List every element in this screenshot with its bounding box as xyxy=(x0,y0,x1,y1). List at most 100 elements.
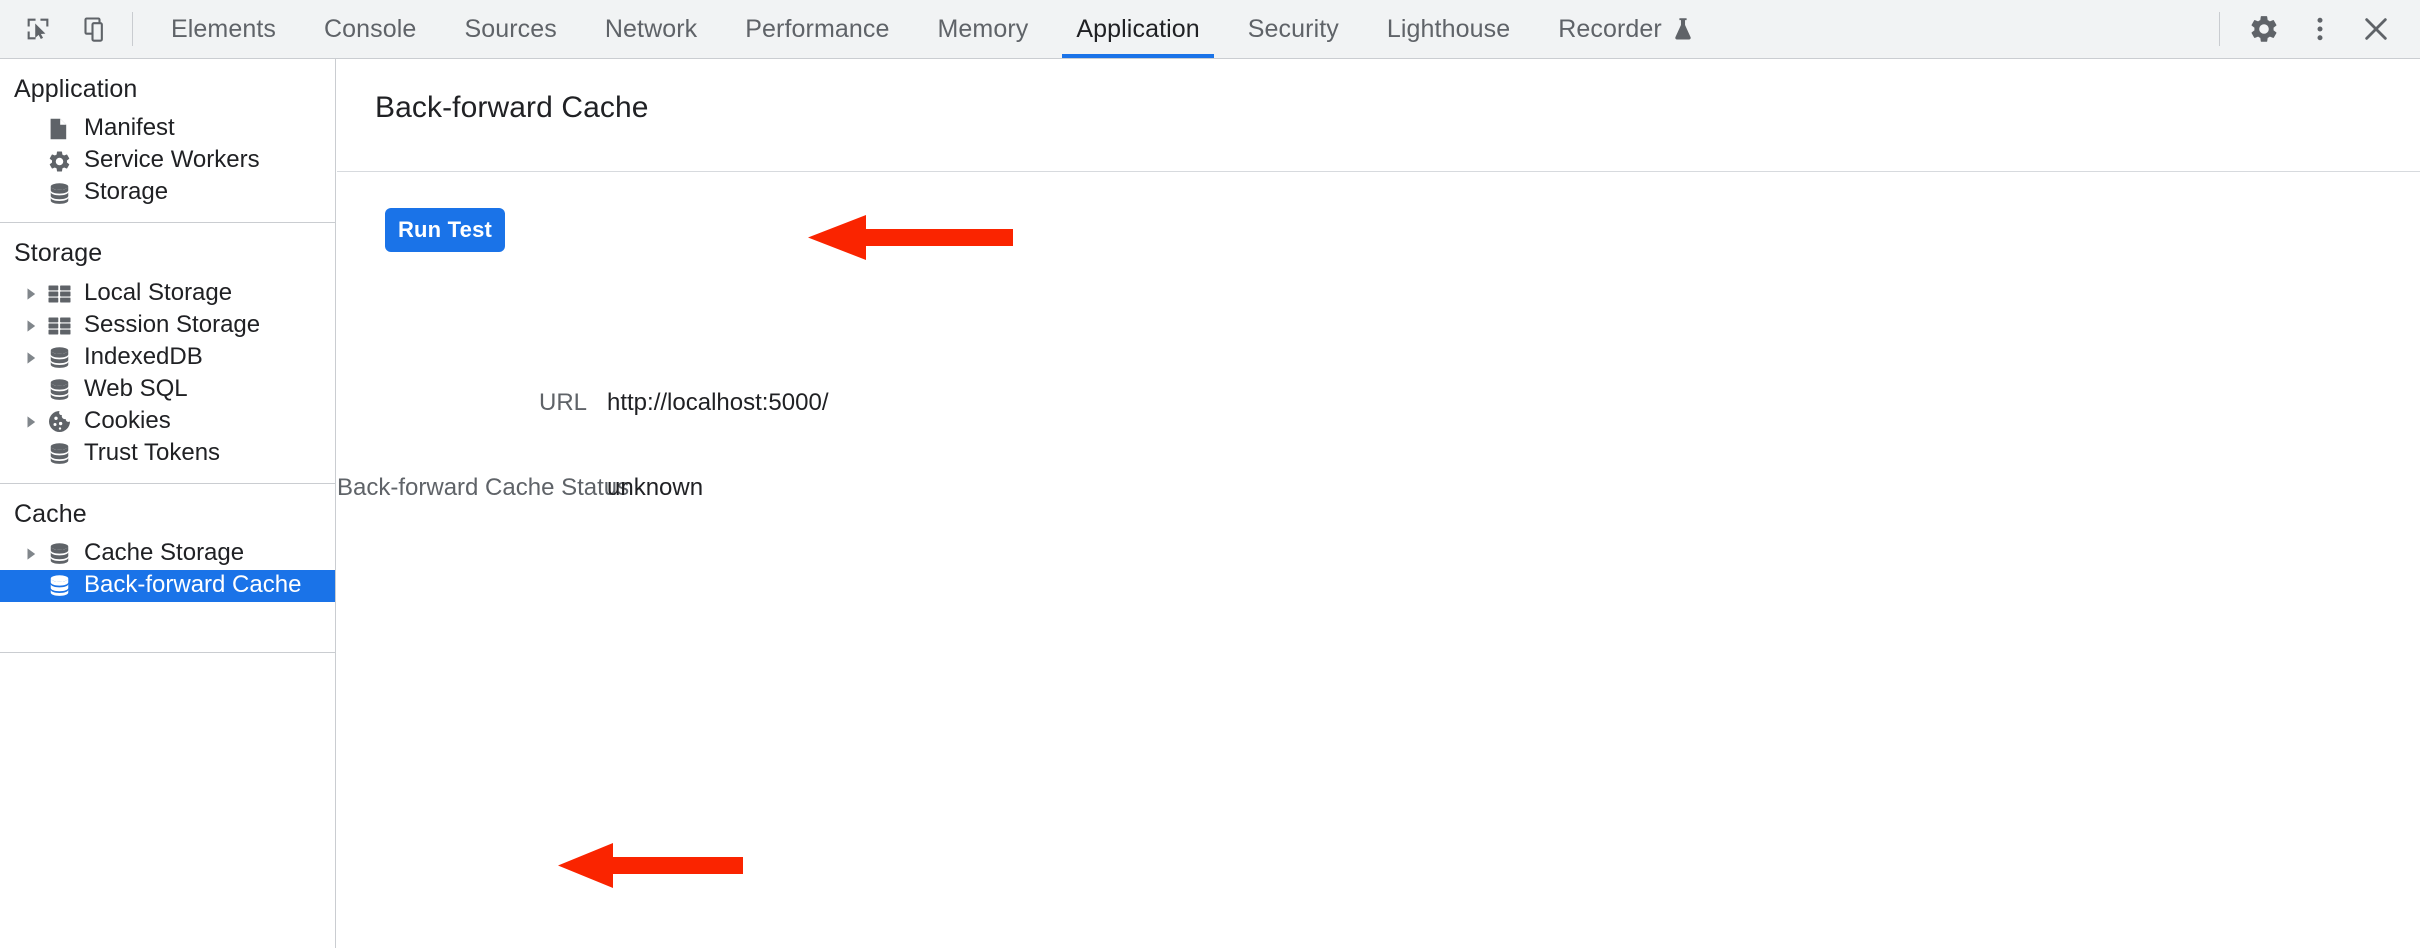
report-value-status: unknown xyxy=(607,474,703,502)
inspect-cursor-icon[interactable] xyxy=(16,7,60,51)
database-icon-svg xyxy=(47,345,72,370)
tab-application[interactable]: Application xyxy=(1052,0,1223,58)
toolbar-left-icons xyxy=(0,0,118,58)
sidebar-item-manifest-label: Manifest xyxy=(84,116,175,142)
flask-icon-svg xyxy=(1673,17,1693,41)
tab-console[interactable]: Console xyxy=(300,0,440,58)
back-forward-cache-panel: Back-forward Cache Run Test URL http://l… xyxy=(337,59,2420,948)
sidebar-section-cache-header: Cache xyxy=(0,484,335,538)
toolbar-right-divider xyxy=(2219,12,2220,46)
tab-elements[interactable]: Elements xyxy=(147,0,300,58)
tab-sources-label: Sources xyxy=(464,15,556,44)
database-icon xyxy=(44,441,74,466)
tab-lighthouse-label: Lighthouse xyxy=(1387,15,1510,44)
tab-application-label: Application xyxy=(1076,15,1199,44)
sidebar-section-application: Application Manifest Service Workers xyxy=(0,59,335,213)
sidebar-item-indexeddb-label: IndexedDB xyxy=(84,345,203,371)
database-icon-svg xyxy=(47,377,72,402)
application-sidebar-tree[interactable]: Application Manifest Service Workers xyxy=(0,59,336,948)
tab-recorder-label: Recorder xyxy=(1558,15,1662,44)
report-label-status: Back-forward Cache Status xyxy=(337,474,587,502)
sidebar-item-back-forward-cache[interactable]: Back-forward Cache xyxy=(0,570,335,602)
document-icon-svg xyxy=(47,117,71,141)
page-title: Back-forward Cache xyxy=(337,59,2420,125)
sidebar-section-storage-header: Storage xyxy=(0,223,335,277)
database-icon xyxy=(44,573,74,598)
gear-icon-svg xyxy=(47,149,72,174)
tab-security-label: Security xyxy=(1248,15,1339,44)
panel-tab-strip: Elements Console Sources Network Perform… xyxy=(147,0,1717,58)
sidebar-item-local-storage[interactable]: Local Storage xyxy=(0,278,335,310)
toolbar-right-icons xyxy=(2205,0,2420,58)
chevron-right-icon-svg xyxy=(24,547,38,561)
sidebar-divider-3 xyxy=(0,652,335,653)
tab-memory[interactable]: Memory xyxy=(913,0,1052,58)
chevron-right-icon-svg xyxy=(24,287,38,301)
tab-console-label: Console xyxy=(324,15,416,44)
device-toolbar-icon[interactable] xyxy=(74,7,118,51)
tab-lighthouse[interactable]: Lighthouse xyxy=(1363,0,1534,58)
database-icon-svg xyxy=(47,541,72,566)
tab-network[interactable]: Network xyxy=(581,0,721,58)
sidebar-item-back-forward-cache-label: Back-forward Cache xyxy=(84,573,301,599)
tab-recorder[interactable]: Recorder xyxy=(1534,0,1717,58)
chevron-right-icon[interactable] xyxy=(18,287,44,301)
tab-network-label: Network xyxy=(605,15,697,44)
sidebar-item-cookies-label: Cookies xyxy=(84,409,171,435)
gear-icon[interactable] xyxy=(2238,3,2290,55)
database-icon-svg xyxy=(47,573,72,598)
sidebar-item-trust-tokens-label: Trust Tokens xyxy=(84,441,220,467)
sidebar-item-cache-storage[interactable]: Cache Storage xyxy=(0,538,335,570)
table-icon xyxy=(44,283,74,305)
chevron-right-icon[interactable] xyxy=(18,351,44,365)
sidebar-item-cookies[interactable]: Cookies xyxy=(0,406,335,438)
three-dots-vertical-icon[interactable] xyxy=(2294,3,2346,55)
database-icon xyxy=(44,181,74,206)
sidebar-item-storage-label: Storage xyxy=(84,180,168,206)
gear-icon xyxy=(44,149,74,174)
sidebar-item-trust-tokens[interactable]: Trust Tokens xyxy=(0,438,335,470)
sidebar-item-manifest[interactable]: Manifest xyxy=(0,113,335,145)
chevron-right-icon-svg xyxy=(24,415,38,429)
table-icon-svg xyxy=(47,283,72,305)
flask-icon xyxy=(1673,17,1693,41)
sidebar-item-session-storage[interactable]: Session Storage xyxy=(0,310,335,342)
sidebar-item-indexeddb[interactable]: IndexedDB xyxy=(0,342,335,374)
tab-security[interactable]: Security xyxy=(1224,0,1363,58)
tab-performance-label: Performance xyxy=(745,15,889,44)
toolbar-divider xyxy=(132,12,133,46)
close-x-icon-svg xyxy=(2360,13,2392,45)
table-icon xyxy=(44,315,74,337)
close-icon[interactable] xyxy=(2350,3,2402,55)
sidebar-section-cache: Cache Cache Storage xyxy=(0,484,335,606)
chevron-right-icon[interactable] xyxy=(18,319,44,333)
sidebar-section-storage: Storage Local Storage xyxy=(0,223,335,473)
chevron-right-icon[interactable] xyxy=(18,547,44,561)
tab-sources[interactable]: Sources xyxy=(440,0,580,58)
device-toolbar-icon-svg xyxy=(82,15,110,43)
run-test-button[interactable]: Run Test xyxy=(385,208,505,252)
database-icon xyxy=(44,541,74,566)
report-value-url: http://localhost:5000/ xyxy=(607,389,828,417)
database-icon-svg xyxy=(47,441,72,466)
devtools-toolbar: Elements Console Sources Network Perform… xyxy=(0,0,2420,59)
table-icon-svg xyxy=(47,315,72,337)
sidebar-item-local-storage-label: Local Storage xyxy=(84,281,232,307)
sidebar-item-service-workers[interactable]: Service Workers xyxy=(0,145,335,177)
tab-memory-label: Memory xyxy=(937,15,1028,44)
tab-performance[interactable]: Performance xyxy=(721,0,913,58)
three-dots-vertical-icon-svg xyxy=(2305,14,2335,44)
report-row-url: URL http://localhost:5000/ xyxy=(337,389,2420,417)
tab-elements-label: Elements xyxy=(171,15,276,44)
sidebar-item-web-sql[interactable]: Web SQL xyxy=(0,374,335,406)
chevron-right-icon-svg xyxy=(24,319,38,333)
sidebar-item-web-sql-label: Web SQL xyxy=(84,377,188,403)
report-label-url: URL xyxy=(337,389,587,417)
title-divider xyxy=(337,171,2420,172)
sidebar-item-cache-storage-label: Cache Storage xyxy=(84,541,244,567)
database-icon-svg xyxy=(47,181,72,206)
database-icon xyxy=(44,377,74,402)
sidebar-item-storage[interactable]: Storage xyxy=(0,177,335,209)
chevron-right-icon[interactable] xyxy=(18,415,44,429)
document-icon xyxy=(44,117,74,141)
